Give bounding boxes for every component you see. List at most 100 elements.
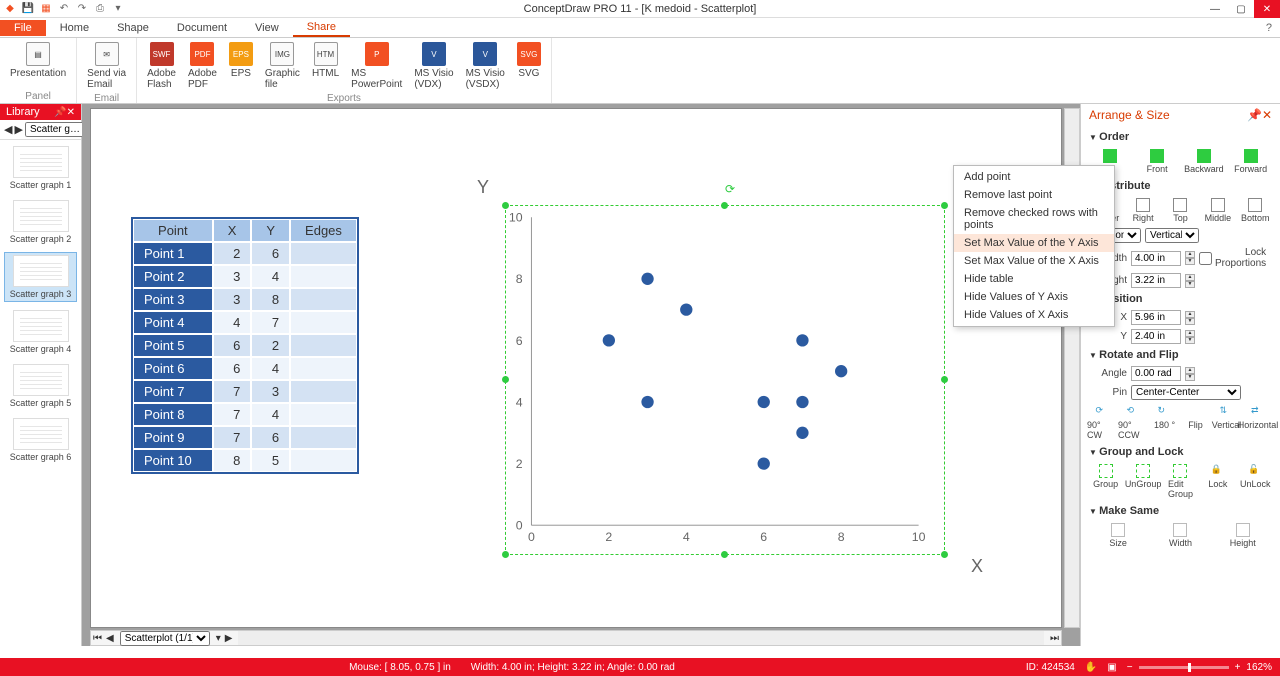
context-menu-item[interactable]: Hide table — [954, 270, 1114, 288]
table-row[interactable]: Point 338 — [133, 288, 357, 311]
print-icon[interactable]: ⎙ — [94, 3, 106, 15]
tab-shape[interactable]: Shape — [103, 20, 163, 36]
table-row[interactable]: Point 126 — [133, 242, 357, 265]
send-email-button[interactable]: ✉Send via Email — [81, 40, 132, 92]
graphic-button[interactable]: IMGGraphic file — [259, 40, 306, 92]
context-menu-item[interactable]: Hide Values of Y Axis — [954, 288, 1114, 306]
x-spin[interactable]: ▲▼ — [1185, 311, 1195, 325]
data-point[interactable] — [758, 457, 770, 469]
data-point[interactable] — [835, 365, 847, 377]
eps-button[interactable]: EPSEPS — [223, 40, 259, 92]
backward-button[interactable]: Backward — [1188, 149, 1220, 174]
tab-home[interactable]: Home — [46, 20, 103, 36]
svg-button[interactable]: SVGSVG — [511, 40, 547, 92]
maximize-button[interactable]: ▢ — [1228, 0, 1254, 18]
same-size-button[interactable]: Size — [1102, 523, 1134, 548]
width-spin[interactable]: ▲▼ — [1185, 251, 1195, 265]
context-menu-item[interactable]: Add point — [954, 168, 1114, 186]
context-menu-item[interactable]: Remove checked rows with points — [954, 204, 1114, 234]
context-menu-item[interactable]: Set Max Value of the Y Axis — [954, 234, 1114, 252]
canvas[interactable]: PointXYEdgesPoint 126Point 234Point 338P… — [90, 108, 1062, 628]
data-point[interactable] — [680, 303, 692, 315]
angle-spin[interactable]: ▲▼ — [1185, 367, 1195, 381]
forward-button[interactable]: Forward — [1235, 149, 1267, 174]
lock-proportions-check[interactable]: Lock Proportions — [1199, 247, 1239, 269]
page-dropdown-icon[interactable]: ▾ — [214, 633, 223, 644]
page-first-icon[interactable]: ⏮ — [91, 633, 104, 644]
new-icon[interactable]: ▦ — [40, 3, 52, 15]
orient-v-select[interactable]: Vertical — [1145, 228, 1199, 243]
library-item[interactable]: Scatter graph 5 — [4, 362, 77, 410]
flip-button[interactable]: Flip — [1180, 405, 1211, 440]
horizontal-scrollbar[interactable] — [238, 631, 1044, 645]
order-section[interactable]: Order — [1087, 128, 1274, 146]
width-input[interactable] — [1131, 251, 1181, 266]
rotate-handle-icon[interactable]: ⟳ — [725, 182, 735, 196]
undo-icon[interactable]: ↶ — [58, 3, 70, 15]
table-row[interactable]: Point 562 — [133, 334, 357, 357]
group-button[interactable]: Group — [1090, 464, 1122, 499]
adobe-flash-button[interactable]: SWFAdobe Flash — [141, 40, 182, 92]
library-item[interactable]: Scatter graph 6 — [4, 416, 77, 464]
data-point[interactable] — [796, 334, 808, 346]
table-row[interactable]: Point 976 — [133, 426, 357, 449]
close-button[interactable]: ✕ — [1254, 0, 1280, 18]
make-same-section[interactable]: Make Same — [1087, 502, 1274, 520]
data-point[interactable] — [603, 334, 615, 346]
dist-right-button[interactable]: Right — [1127, 198, 1159, 223]
save-icon[interactable]: 💾 — [22, 3, 34, 15]
y-input[interactable] — [1131, 329, 1181, 344]
data-table[interactable]: PointXYEdgesPoint 126Point 234Point 338P… — [131, 217, 359, 474]
data-point[interactable] — [641, 273, 653, 285]
same-width-button[interactable]: Width — [1164, 523, 1196, 548]
distribute-section[interactable]: Distribute — [1087, 177, 1274, 195]
dist-bottom-button[interactable]: Bottom — [1239, 198, 1271, 223]
help-icon[interactable]: ? — [1258, 20, 1280, 36]
height-input[interactable] — [1131, 273, 1181, 288]
zoom-in-icon[interactable]: + — [1235, 662, 1241, 673]
page-next-icon[interactable]: ▶ — [223, 633, 235, 644]
library-pin-icon[interactable]: 📌 — [54, 107, 66, 118]
qat-more-icon[interactable]: ▾ — [112, 3, 124, 15]
tab-view[interactable]: View — [241, 20, 293, 36]
context-menu-item[interactable]: Set Max Value of the X Axis — [954, 252, 1114, 270]
lock-button[interactable]: 🔒Lock — [1202, 464, 1234, 499]
rotate-flip-section[interactable]: Rotate and Flip — [1087, 346, 1274, 364]
adobe-pdf-button[interactable]: PDFAdobe PDF — [182, 40, 223, 92]
visio-vsdx-button[interactable]: VMS Visio (VSDX) — [460, 40, 511, 92]
table-row[interactable]: Point 234 — [133, 265, 357, 288]
fit-icon[interactable]: ▣ — [1097, 662, 1126, 673]
table-row[interactable]: Point 447 — [133, 311, 357, 334]
zoom-slider[interactable] — [1139, 666, 1229, 669]
pin-select[interactable]: Center-Center — [1131, 385, 1241, 400]
data-point[interactable] — [758, 396, 770, 408]
rotate-cw-button[interactable]: ⟳90° CW — [1087, 405, 1118, 440]
tab-file[interactable]: File — [0, 20, 46, 36]
dist-top-button[interactable]: Top — [1164, 198, 1196, 223]
zoom-control[interactable]: − + 162% — [1127, 662, 1272, 673]
table-row[interactable]: Point 773 — [133, 380, 357, 403]
presentation-button[interactable]: ▤Presentation — [4, 40, 72, 90]
data-point[interactable] — [796, 396, 808, 408]
library-item[interactable]: Scatter graph 2 — [4, 198, 77, 246]
ungroup-button[interactable]: UnGroup — [1127, 464, 1159, 499]
pan-icon[interactable]: ✋ — [1085, 662, 1097, 673]
x-input[interactable] — [1131, 310, 1181, 325]
front-button[interactable]: Front — [1141, 149, 1173, 174]
page-selector[interactable]: Scatterplot (1/1) — [120, 631, 210, 646]
y-spin[interactable]: ▲▼ — [1185, 330, 1195, 344]
context-menu-item[interactable]: Hide Values of X Axis — [954, 306, 1114, 324]
data-point[interactable] — [641, 396, 653, 408]
tab-document[interactable]: Document — [163, 20, 241, 36]
lib-next-icon[interactable]: ▶ — [14, 123, 22, 136]
table-row[interactable]: Point 1085 — [133, 449, 357, 472]
context-menu-item[interactable]: Remove last point — [954, 186, 1114, 204]
lib-prev-icon[interactable]: ◀ — [4, 123, 12, 136]
tab-share[interactable]: Share — [293, 19, 350, 37]
rotate-ccw-button[interactable]: ⟲90° CCW — [1118, 405, 1149, 440]
dist-middle-button[interactable]: Middle — [1202, 198, 1234, 223]
table-row[interactable]: Point 664 — [133, 357, 357, 380]
same-height-button[interactable]: Height — [1227, 523, 1259, 548]
position-section[interactable]: Position — [1087, 290, 1274, 308]
edit-group-button[interactable]: Edit Group — [1164, 464, 1196, 499]
